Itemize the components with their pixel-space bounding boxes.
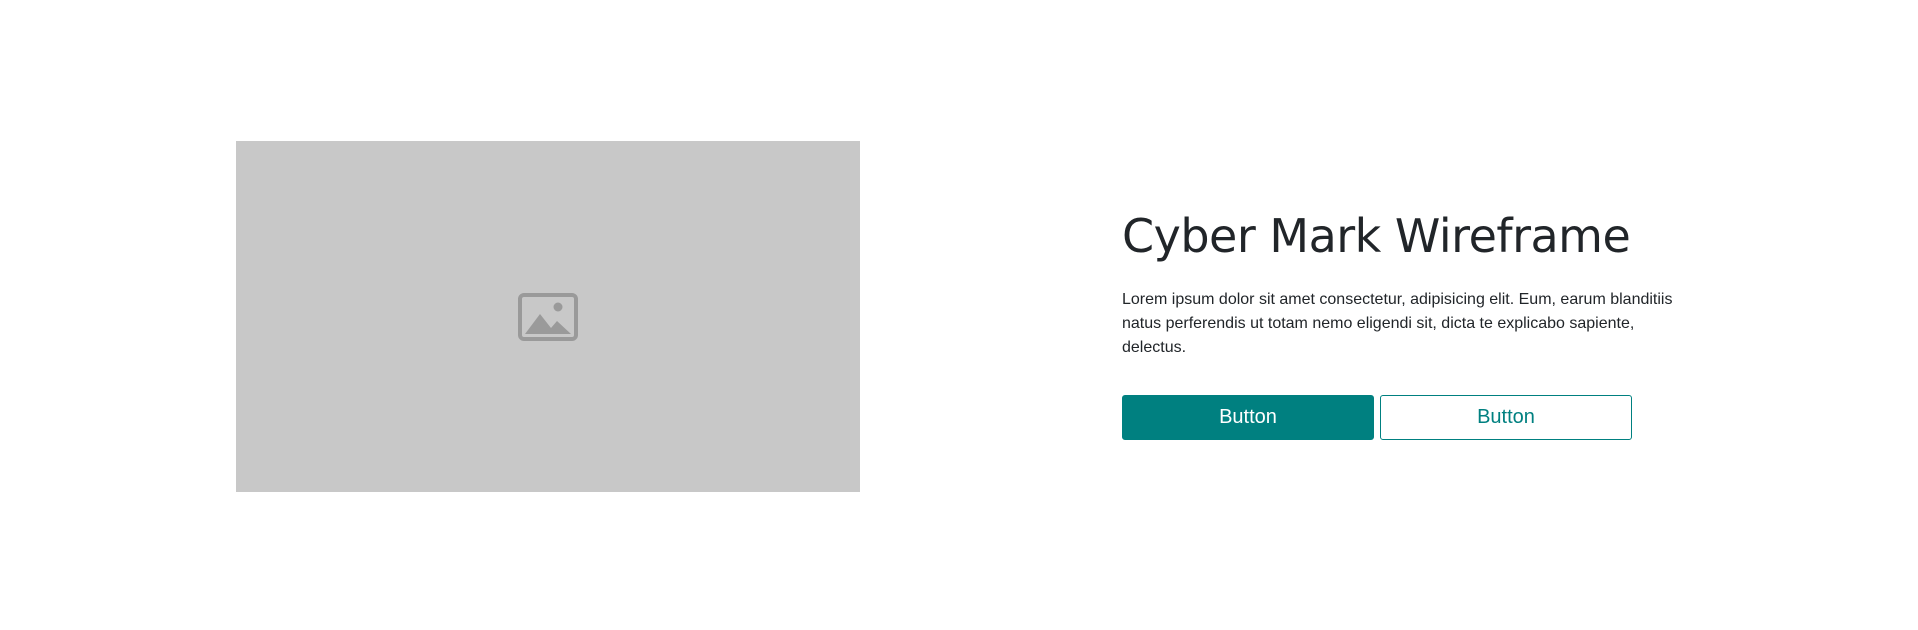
secondary-button[interactable]: Button [1380,395,1632,440]
image-icon [518,292,578,341]
primary-button[interactable]: Button [1122,395,1374,440]
hero-buttons: Button Button [1122,395,1682,440]
hero-content: Cyber Mark Wireframe Lorem ipsum dolor s… [1122,208,1682,440]
hero-description: Lorem ipsum dolor sit amet consectetur, … [1122,291,1673,356]
hero-section: Cyber Mark Wireframe Lorem ipsum dolor s… [0,0,1918,630]
hero-title: Cyber Mark Wireframe [1122,209,1631,263]
hero-image-placeholder [236,141,860,492]
